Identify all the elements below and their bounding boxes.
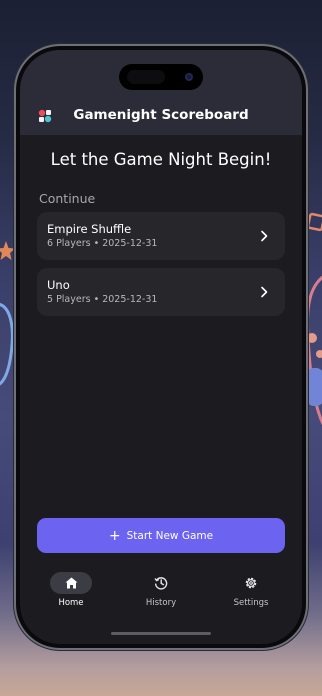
nav-item-settings[interactable]: Settings <box>216 572 286 608</box>
gear-icon <box>245 577 257 589</box>
app-header: Gamenight Scoreboard <box>20 50 302 135</box>
chevron-right-icon <box>261 230 268 242</box>
nav-item-home[interactable]: Home <box>36 572 106 608</box>
app-title: Gamenight Scoreboard <box>73 107 249 123</box>
game-meta: 6 Players • 2025-12-31 <box>47 238 158 249</box>
nav-label-settings: Settings <box>233 598 269 608</box>
start-new-game-label: Start New Game <box>126 529 214 542</box>
game-name: Uno <box>47 278 70 292</box>
game-card-empire-shuffle[interactable]: Empire Shuffle 6 Players • 2025-12-31 <box>37 212 285 260</box>
plus-icon: + <box>108 527 121 544</box>
background-square-icon <box>306 212 322 232</box>
continue-section-label: Continue <box>39 191 96 206</box>
start-new-game-button[interactable]: + Start New Game <box>37 518 285 553</box>
home-indicator <box>111 632 211 635</box>
dynamic-island <box>119 64 203 90</box>
game-name: Empire Shuffle <box>47 222 132 236</box>
background-star-icon <box>0 241 15 260</box>
app-screen: Gamenight Scoreboard Let the Game Night … <box>20 50 302 644</box>
game-meta: 5 Players • 2025-12-31 <box>47 294 158 305</box>
history-icon <box>154 577 168 590</box>
hero-heading: Let the Game Night Begin! <box>50 150 272 169</box>
nav-item-history[interactable]: History <box>126 572 196 608</box>
chevron-right-icon <box>261 286 268 298</box>
nav-label-history: History <box>145 598 177 608</box>
bottom-navigation: Home History Settings <box>20 572 302 622</box>
home-icon <box>65 577 77 589</box>
game-card-uno[interactable]: Uno 5 Players • 2025-12-31 <box>37 268 285 316</box>
nav-label-home: Home <box>58 598 84 608</box>
